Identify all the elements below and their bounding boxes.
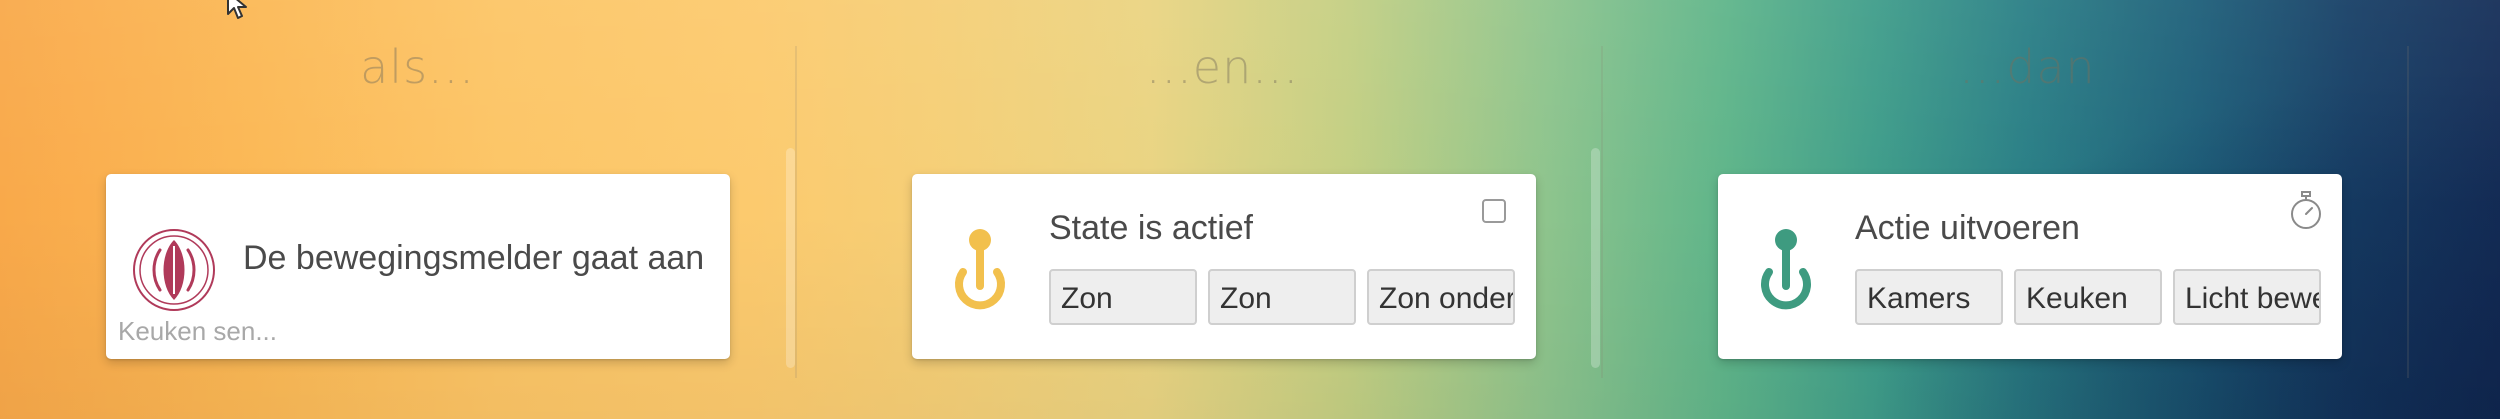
trigger-card-subtitle: Keuken sen... xyxy=(118,316,277,346)
invert-condition-checkbox[interactable] xyxy=(1482,199,1506,223)
trigger-card-title: De bewegingsmelder gaat aan xyxy=(243,239,705,277)
column-divider xyxy=(2407,46,2409,378)
column-divider xyxy=(795,46,797,378)
power-icon xyxy=(955,229,1005,310)
power-icon xyxy=(1761,229,1811,310)
trigger-card[interactable]: De bewegingsmelder gaat aan Keuken sen..… xyxy=(106,174,730,359)
action-chip[interactable]: Kamers xyxy=(1855,269,2003,325)
condition-chip[interactable]: Zon onder xyxy=(1367,269,1515,325)
action-chip[interactable]: Keuken xyxy=(2014,269,2162,325)
column-heading-and: ...en... xyxy=(1145,40,1300,94)
motion-sensor-logo-icon xyxy=(133,229,215,311)
action-chip-list: Kamers Keuken Licht bewegingsmelder xyxy=(1855,269,2321,325)
column-scrollbar[interactable] xyxy=(786,148,795,368)
action-card-title: Actie uitvoeren xyxy=(1855,209,2080,247)
mouse-cursor-icon xyxy=(227,0,247,19)
condition-chip[interactable]: Zon xyxy=(1049,269,1197,325)
column-heading-if: als... xyxy=(360,40,475,94)
flow-editor-canvas: als... ...en... ...dan De bewegingsmelde… xyxy=(0,0,2500,419)
action-chip[interactable]: Licht bewegingsmelder xyxy=(2173,269,2321,325)
condition-chip[interactable]: Zon xyxy=(1208,269,1356,325)
condition-card[interactable]: State is actief Zon Zon Zon onder xyxy=(912,174,1536,359)
condition-chip-list: Zon Zon Zon onder xyxy=(1049,269,1515,325)
condition-card-title: State is actief xyxy=(1049,209,1254,247)
column-scrollbar[interactable] xyxy=(1591,148,1600,368)
stopwatch-icon[interactable] xyxy=(2288,190,2324,230)
column-heading-then: ...dan xyxy=(1959,40,2096,94)
action-card[interactable]: Actie uitvoeren Kamers Keuken Licht bewe… xyxy=(1718,174,2342,359)
column-divider xyxy=(1601,46,1603,378)
